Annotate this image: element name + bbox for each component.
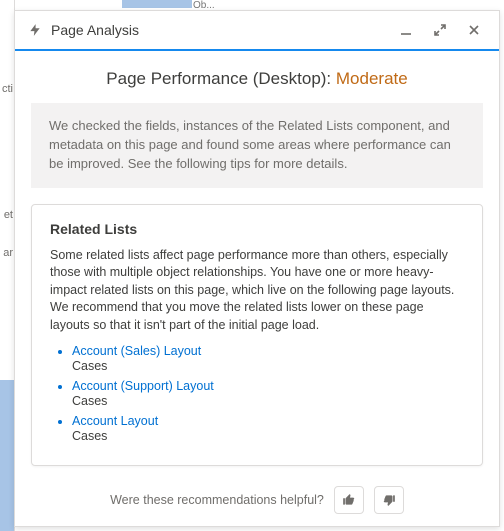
page-analysis-panel: Page Analysis Page Performance (Desktop)… <box>14 10 500 527</box>
minimize-button[interactable] <box>393 17 419 43</box>
list-item: Account Layout Cases <box>72 414 464 443</box>
lightning-icon <box>27 22 43 38</box>
summary-box: We checked the fields, instances of the … <box>31 103 483 188</box>
layout-link[interactable]: Account (Support) Layout <box>72 379 214 393</box>
layout-sub: Cases <box>72 359 464 373</box>
layout-sub: Cases <box>72 429 464 443</box>
list-item: Account (Support) Layout Cases <box>72 379 464 408</box>
thumbs-up-button[interactable] <box>334 486 364 514</box>
related-lists-card: Related Lists Some related lists affect … <box>31 204 483 467</box>
layout-link[interactable]: Account (Sales) Layout <box>72 344 201 358</box>
thumbs-down-button[interactable] <box>374 486 404 514</box>
thumbs-down-icon <box>382 493 396 507</box>
layout-link[interactable]: Account Layout <box>72 414 158 428</box>
layout-sub: Cases <box>72 394 464 408</box>
layout-list: Account (Sales) Layout Cases Account (Su… <box>50 344 464 443</box>
feedback-question: Were these recommendations helpful? <box>110 493 324 507</box>
thumbs-up-icon <box>342 493 356 507</box>
list-item: Account (Sales) Layout Cases <box>72 344 464 373</box>
panel-header: Page Analysis <box>15 11 499 51</box>
performance-heading: Page Performance (Desktop): Moderate <box>31 69 483 89</box>
panel-body: Page Performance (Desktop): Moderate We … <box>15 51 499 476</box>
close-button[interactable] <box>461 17 487 43</box>
performance-prefix: Page Performance (Desktop): <box>106 69 336 88</box>
card-description: Some related lists affect page performan… <box>50 247 464 335</box>
expand-button[interactable] <box>427 17 453 43</box>
panel-title: Page Analysis <box>51 22 385 38</box>
card-title: Related Lists <box>50 221 464 237</box>
performance-rating: Moderate <box>336 69 408 88</box>
feedback-footer: Were these recommendations helpful? <box>15 476 499 526</box>
